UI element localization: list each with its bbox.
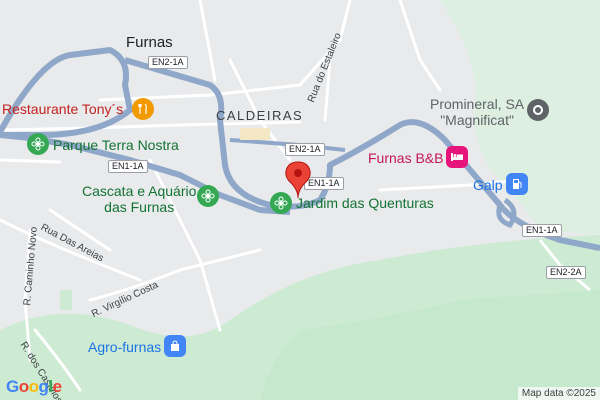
point-of-interest-icon[interactable]: [527, 99, 549, 121]
district-label: CALDEIRAS: [216, 108, 304, 123]
poi-label-promineral-line1: Promineral, SA: [430, 96, 525, 112]
poi-label-terra-nostra[interactable]: Parque Terra Nostra: [53, 137, 179, 153]
poi-label-cascata-line2: das Furnas: [104, 199, 175, 215]
town-label: Furnas: [126, 34, 173, 51]
poi-label-gas[interactable]: Galp: [473, 177, 503, 193]
google-logo: Google: [6, 377, 62, 396]
fork-knife-icon[interactable]: [132, 98, 154, 120]
road-shield-en2-1a: EN2-1A: [148, 56, 188, 69]
road-shield-en2-2a: EN2-2A: [546, 266, 586, 279]
poi-label-restaurant[interactable]: Restaurante Tony´s: [2, 101, 123, 117]
poi-label-cascata-line1: Cascata e Aquário: [82, 183, 197, 199]
forest-strip: [60, 290, 72, 310]
road-shield-en1-1a: EN1-1A: [108, 160, 148, 173]
poi-label-hotel[interactable]: Furnas B&B: [368, 150, 443, 166]
poi-label-promineral[interactable]: Promineral, SA "Magnificat": [430, 96, 524, 128]
flower-icon[interactable]: [27, 133, 49, 155]
poi-label-agro[interactable]: Agro-furnas: [88, 339, 161, 355]
flower-icon[interactable]: [197, 185, 219, 207]
shopping-bag-icon[interactable]: [164, 335, 186, 357]
map-canvas[interactable]: Furnas CALDEIRAS EN2-1A EN2-1A EN1-1A EN…: [0, 0, 600, 400]
road-shield-en2-1a-2: EN2-1A: [285, 143, 325, 156]
poi-label-cascata[interactable]: Cascata e Aquário das Furnas: [82, 183, 196, 215]
poi-label-promineral-line2: "Magnificat": [440, 112, 514, 128]
map-attribution[interactable]: Map data ©2025: [517, 387, 600, 400]
pin-icon[interactable]: [285, 161, 311, 199]
hotel-bed-icon[interactable]: [446, 146, 468, 168]
poi-label-jardim[interactable]: Jardim das Quenturas: [296, 195, 434, 211]
road-shield-en1-1a-3: EN1-1A: [522, 224, 562, 237]
gas-pump-icon[interactable]: [506, 173, 528, 195]
